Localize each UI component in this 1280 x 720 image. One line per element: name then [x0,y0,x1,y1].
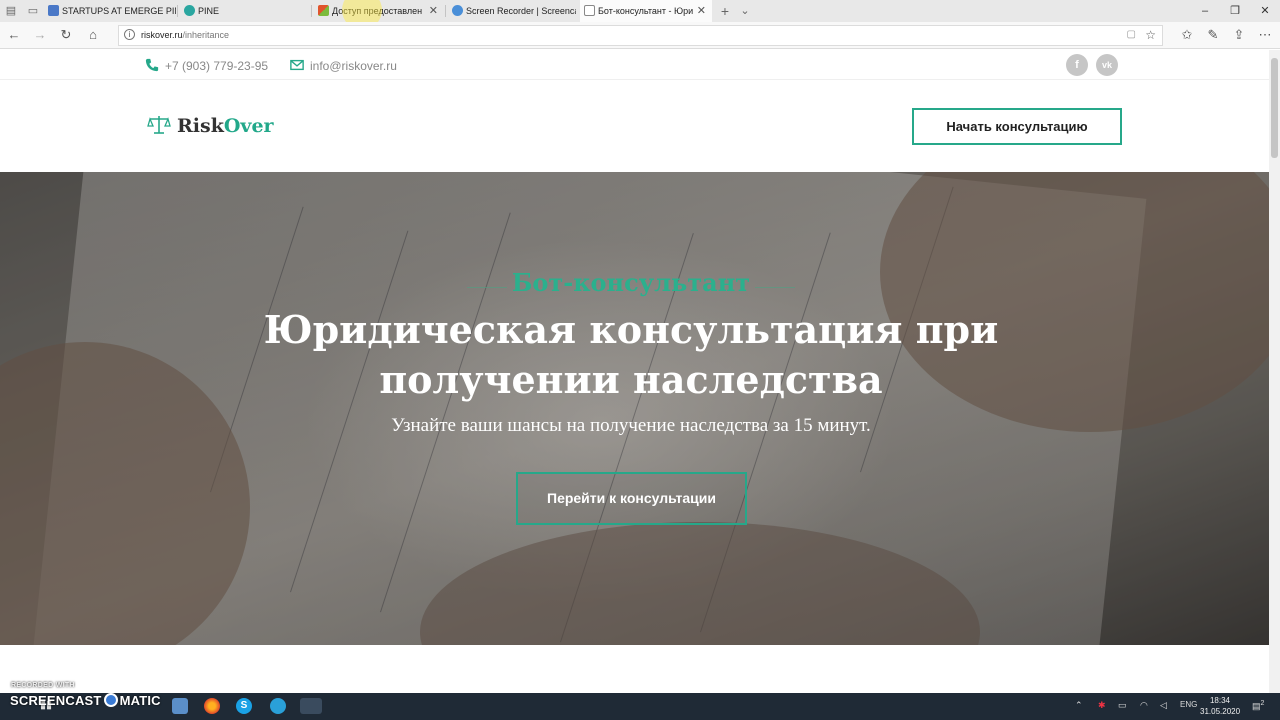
tab-label: Бот-консультант - Юри [598,6,694,16]
logo-text-over: Over [223,115,274,137]
battery-icon[interactable]: ▭ [1118,700,1127,711]
phone-number: +7 (903) 779-23-95 [165,59,269,73]
scales-icon [147,116,171,134]
chevron-down-icon[interactable]: ⌄ [738,4,752,18]
hero-title-line-2: получении наследства [379,357,883,402]
wifi-icon[interactable]: ◠ [1140,700,1148,711]
url-host: riskover.ru [141,30,183,40]
refresh-icon[interactable]: ↻ [58,27,74,43]
screencast-favicon-icon [452,5,463,16]
restore-icon[interactable]: ❐ [1220,0,1250,22]
recorded-with-label: RECORDED WITH [11,682,75,689]
telegram-icon[interactable] [270,698,286,714]
email-address: info@riskover.ru [310,59,397,73]
page-favicon-icon [584,5,595,16]
tab-pine[interactable]: PINE [180,0,310,22]
url-text: riskover.ru/inheritance [141,30,229,40]
go-to-consultation-button[interactable]: Перейти к консультации [516,472,747,525]
tab-separator [311,5,312,17]
new-tab-icon[interactable]: + [718,4,732,18]
screencast-logo-icon [103,693,118,707]
phone-contact[interactable]: +7 (903) 779-23-95 [145,58,268,73]
tab-startups[interactable]: STARTUPS AT EMERGE PINE [44,0,176,22]
screencast-watermark: SCREENCAST MATIC [10,693,161,709]
clock-date: 31.05.2020 [1200,707,1241,716]
docs-favicon-icon [48,5,59,16]
site-logo[interactable]: RiskOver [147,115,274,137]
tab-bot-consultant[interactable]: Бот-консультант - Юри ✕ [580,0,712,22]
active-app-icon[interactable] [300,698,322,714]
tab-preview-icon[interactable]: ▭ [26,4,40,18]
favorites-hub-icon[interactable]: ✩ [1179,27,1195,43]
browser-tab-strip: ▤ ▭ STARTUPS AT EMERGE PINE PINE Доступ … [0,0,1280,22]
browser-navbar: ← → ↻ ⌂ i riskover.ru/inheritance ▢ ☆ ✩ … [0,22,1280,49]
start-consultation-button[interactable]: Начать консультацию [912,108,1122,145]
home-icon[interactable]: ⌂ [85,27,101,43]
screencast-text-right: MATIC [119,693,161,708]
notifications-icon[interactable]: ▤2 [1252,700,1264,712]
url-path: /inheritance [182,30,230,40]
tab-close-icon[interactable]: ✕ [697,0,706,22]
firefox-icon[interactable] [204,698,220,714]
contact-bar: +7 (903) 779-23-95 info@riskover.ru f vk [0,50,1269,80]
tab-label: STARTUPS AT EMERGE PINE [62,6,176,16]
tab-separator [445,5,446,17]
forward-arrow-icon[interactable]: → [32,27,48,43]
hero-section: Бот-консультант Юридическая консультация… [0,172,1269,645]
reading-view-icon[interactable]: ▢ [1127,29,1136,40]
site-info-icon[interactable]: i [124,29,135,40]
screencast-text-left: SCREENCAST [10,693,102,708]
window-close-icon[interactable]: ✕ [1250,0,1280,22]
microsoft-favicon-icon [318,5,329,16]
vk-icon[interactable]: vk [1096,54,1118,76]
logo-text-risk: Risk [177,115,224,137]
pine-favicon-icon [184,5,195,16]
app-icon[interactable] [172,698,188,714]
tab-separator [177,5,178,17]
tray-chevron-icon[interactable]: ⌃ [1075,700,1083,711]
hero-title: Юридическая консультация при получении н… [0,305,1262,405]
email-contact[interactable]: info@riskover.ru [290,58,397,73]
page-scrollbar[interactable] [1269,50,1280,693]
more-icon[interactable]: ⋯ [1257,27,1273,43]
scrollbar-thumb[interactable] [1271,58,1278,158]
tab-label: PINE [198,6,220,16]
favorite-star-icon[interactable]: ☆ [1145,28,1156,42]
back-arrow-icon[interactable]: ← [6,27,22,43]
facebook-icon[interactable]: f [1066,54,1088,76]
hero-title-line-1: Юридическая консультация при [263,307,999,352]
skype-icon[interactable]: S [236,698,252,714]
tab-label: Screen Recorder | Screencas [466,6,576,16]
mail-icon [290,59,304,71]
pen-icon[interactable]: ✎ [1205,27,1221,43]
windows-taskbar: ▮▮ S ⌃ ✱ ▭ ◠ ◁ ENG 18:34 31.05.2020 ▤2 [0,693,1280,720]
volume-icon[interactable]: ◁ [1160,700,1167,711]
notification-count: 2 [1260,700,1265,707]
tab-screen-recorder[interactable]: Screen Recorder | Screencas [448,0,576,22]
hero-subtitle: Узнайте ваши шансы на получение наследст… [391,415,871,436]
minimize-icon[interactable]: – [1190,0,1220,22]
address-bar[interactable]: i riskover.ru/inheritance ▢ ☆ [118,25,1163,46]
page-viewport: +7 (903) 779-23-95 info@riskover.ru f vk… [0,50,1269,693]
phone-icon [145,58,159,72]
tab-close-icon[interactable]: ✕ [429,0,438,22]
tab-list-icon[interactable]: ▤ [4,4,18,18]
site-header: RiskOver Начать консультацию [0,81,1269,172]
hero-kicker: Бот-консультант [511,268,751,297]
tray-app-icon[interactable]: ✱ [1098,700,1106,711]
clock-time: 18:34 [1209,696,1231,705]
hero-overlay [0,172,1269,645]
share-icon[interactable]: ⇪ [1231,27,1247,43]
language-indicator[interactable]: ENG [1180,700,1197,709]
taskbar-clock[interactable]: 18:34 31.05.2020 [1200,695,1240,717]
